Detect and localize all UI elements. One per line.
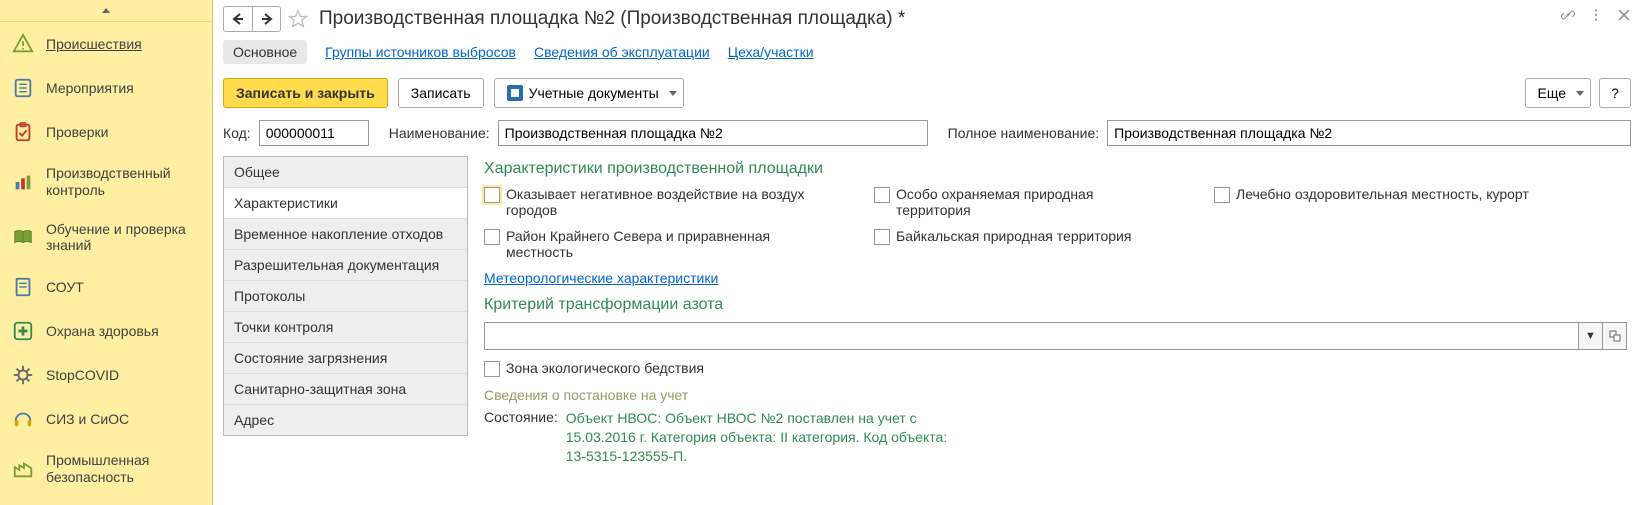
clipboard-check-icon — [12, 121, 34, 143]
sidebar-item-label: СОУТ — [46, 279, 84, 296]
sidebar-item-label: Охрана здоровья — [46, 323, 159, 340]
section-nitrogen-title: Критерий трансформации азота — [484, 296, 1627, 314]
tab-main[interactable]: Основное — [223, 40, 307, 64]
list-icon — [12, 77, 34, 99]
sidebar-item-siz[interactable]: СИЗ и СиОС — [0, 397, 212, 441]
chevron-down-icon — [1576, 91, 1584, 96]
sidebar-item-label: Обучение и проверка знаний — [46, 221, 200, 255]
combo-open-button[interactable] — [1603, 322, 1627, 350]
vtab-sanitary-zone[interactable]: Санитарно-защитная зона — [224, 374, 467, 405]
sidebar-item-stopcovid[interactable]: StopCOVID — [0, 353, 212, 397]
chevron-down-icon — [669, 91, 677, 96]
health-icon — [12, 320, 34, 342]
code-input[interactable] — [259, 120, 369, 146]
vtab-general[interactable]: Общее — [224, 157, 467, 188]
combo-dropdown-button[interactable]: ▼ — [1579, 322, 1603, 350]
virus-icon — [12, 364, 34, 386]
factory-icon — [12, 458, 34, 480]
sidebar: Происшествия Мероприятия Проверки Произв… — [0, 0, 213, 505]
nav-history — [223, 6, 281, 32]
vtab-address[interactable]: Адрес — [224, 405, 467, 435]
tabs: Основное Группы источников выбросов Свед… — [213, 34, 1641, 74]
code-label: Код: — [223, 125, 251, 141]
sidebar-item-label: Проверки — [46, 124, 108, 141]
detail-panel: Характеристики производственной площадки… — [480, 156, 1631, 505]
help-button[interactable]: ? — [1599, 78, 1631, 108]
vtab-characteristics[interactable]: Характеристики — [224, 188, 467, 219]
tab-emission-groups[interactable]: Группы источников выбросов — [325, 44, 516, 60]
page-title: Производственная площадка №2 (Производст… — [319, 8, 905, 30]
section-registration-title: Сведения о постановке на учет — [484, 387, 1627, 403]
section-characteristics-title: Характеристики производственной площадки — [484, 160, 1627, 178]
sidebar-item-incidents[interactable]: Происшествия — [0, 22, 212, 66]
checkbox-label: Оказывает негативное воздействие на возд… — [506, 186, 814, 218]
tab-shops[interactable]: Цеха/участки — [728, 44, 814, 60]
fullname-label: Полное наименование: — [948, 125, 1099, 141]
form-row: Код: Наименование: Полное наименование: — [213, 118, 1641, 156]
vtab-protocols[interactable]: Протоколы — [224, 281, 467, 312]
chart-icon — [12, 171, 34, 193]
sidebar-item-label: Промышленная безопасность — [46, 452, 200, 486]
sidebar-item-industrial-safety[interactable]: Промышленная безопасность — [0, 441, 212, 497]
meteo-link[interactable]: Метеорологические характеристики — [484, 270, 718, 286]
sidebar-collapse[interactable] — [0, 0, 212, 22]
checkbox-protected-area[interactable] — [874, 187, 890, 203]
sidebar-item-training[interactable]: Обучение и проверка знаний — [0, 210, 212, 266]
more-vertical-icon[interactable] — [1587, 6, 1605, 24]
checkbox-label: Зона экологического бедствия — [506, 360, 704, 376]
document-icon — [12, 276, 34, 298]
save-button[interactable]: Записать — [398, 78, 484, 108]
book-icon — [12, 226, 34, 248]
vtab-pollution[interactable]: Состояние загрязнения — [224, 343, 467, 374]
checkbox-label: Лечебно оздоровительная местность, курор… — [1236, 186, 1529, 202]
checkbox-label: Байкальская природная территория — [896, 228, 1131, 244]
checkbox-eco-disaster[interactable] — [484, 361, 500, 377]
main-panel: Производственная площадка №2 (Производст… — [213, 0, 1641, 505]
warning-icon — [12, 33, 34, 55]
checkbox-resort[interactable] — [1214, 187, 1230, 203]
status-label: Состояние: — [484, 409, 558, 425]
vtab-control-points[interactable]: Точки контроля — [224, 312, 467, 343]
checkbox-label: Район Крайнего Севера и приравненная мес… — [506, 228, 814, 260]
docs-button-label: Учетные документы — [529, 85, 659, 101]
vtab-waste[interactable]: Временное накопление отходов — [224, 219, 467, 250]
link-icon[interactable] — [1559, 6, 1577, 24]
tab-exploitation[interactable]: Сведения об эксплуатации — [534, 44, 710, 60]
vertical-tabs: Общее Характеристики Временное накоплени… — [223, 156, 468, 436]
checkbox-far-north[interactable] — [484, 229, 500, 245]
checkbox-label: Особо охраняемая природная территория — [896, 186, 1154, 218]
sidebar-item-checks[interactable]: Проверки — [0, 110, 212, 154]
close-icon[interactable] — [1615, 6, 1633, 24]
headset-icon — [12, 408, 34, 430]
name-label: Наименование: — [389, 125, 490, 141]
sidebar-item-health[interactable]: Охрана здоровья — [0, 309, 212, 353]
nav-forward-button[interactable] — [252, 7, 280, 31]
sidebar-item-label: Производственный контроль — [46, 165, 200, 199]
more-button[interactable]: Еще — [1525, 78, 1592, 108]
sidebar-item-label: СИЗ и СиОС — [46, 411, 129, 428]
toolbar: Записать и закрыть Записать Учетные доку… — [213, 74, 1641, 118]
sidebar-item-label: Мероприятия — [46, 80, 134, 97]
vtab-permits[interactable]: Разрешительная документация — [224, 250, 467, 281]
sidebar-item-label: StopCOVID — [46, 367, 119, 384]
document-blue-icon — [507, 85, 523, 101]
fullname-input[interactable] — [1107, 120, 1631, 146]
sidebar-item-label: Происшествия — [46, 36, 142, 53]
docs-button[interactable]: Учетные документы — [494, 78, 684, 108]
favorite-icon[interactable] — [287, 8, 309, 30]
sidebar-item-prodcontrol[interactable]: Производственный контроль — [0, 154, 212, 210]
name-input[interactable] — [498, 120, 928, 146]
nav-back-button[interactable] — [224, 7, 252, 31]
checkbox-air-impact[interactable] — [484, 187, 500, 203]
sidebar-item-events[interactable]: Мероприятия — [0, 66, 212, 110]
nitrogen-criterion-input[interactable] — [484, 322, 1579, 350]
save-close-button[interactable]: Записать и закрыть — [223, 78, 388, 108]
sidebar-item-sout[interactable]: СОУТ — [0, 265, 212, 309]
checkbox-baikal[interactable] — [874, 229, 890, 245]
status-value: Объект НВОС: Объект НВОС №2 поставлен на… — [566, 409, 966, 466]
